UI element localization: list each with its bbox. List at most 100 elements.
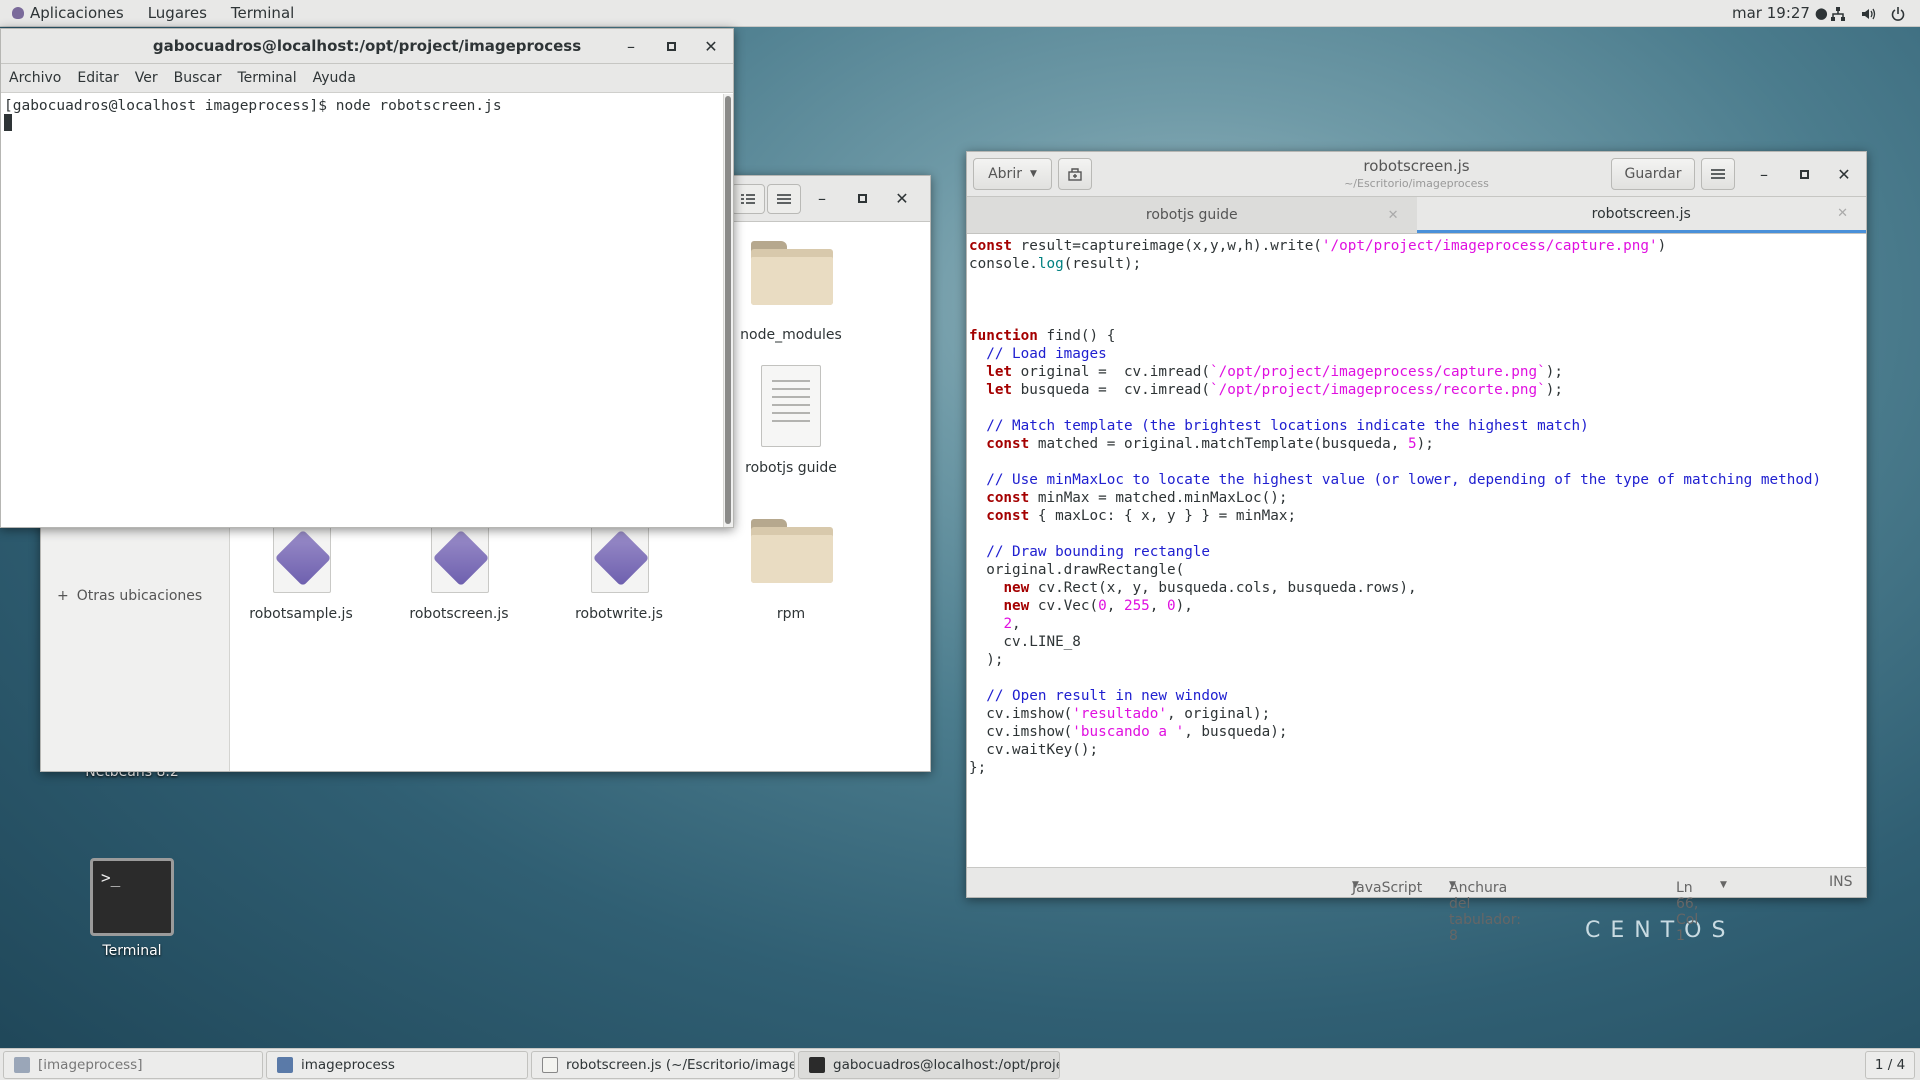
tab-robotjs-guide[interactable]: robotjs guide ✕ (967, 197, 1417, 233)
menu-archivo[interactable]: Archivo (1, 70, 69, 86)
text-editor-icon (542, 1056, 558, 1073)
code-line: cv.imshow('resultado', original); (969, 706, 1271, 722)
power-icon (1891, 6, 1905, 21)
other-locations-item[interactable]: + Otras ubicaciones (57, 588, 202, 604)
applications-menu[interactable]: Aplicaciones (0, 4, 136, 22)
cursor-position-label: Ln 66, Col 1 (1676, 880, 1699, 944)
desktop-terminal-shortcut[interactable]: >_ Terminal (90, 858, 174, 959)
code-line: // Use minMaxLoc to locate the highest v… (986, 472, 1822, 488)
top-bar: Aplicaciones Lugares Terminal mar 19:27 … (0, 0, 1920, 27)
code-line: const matched = original.matchTemplate(b… (986, 436, 1434, 452)
volume-icon (1862, 8, 1876, 19)
terminal-titlebar: gabocuadros@localhost:/opt/project/image… (1, 29, 733, 64)
terminal-scroll-thumb[interactable] (725, 96, 731, 524)
file-label: rpm (776, 606, 806, 622)
view-list-button[interactable] (731, 184, 765, 214)
file-manager-icon (277, 1056, 293, 1073)
maximize-button[interactable] (842, 183, 882, 215)
close-button[interactable]: ✕ (691, 30, 731, 62)
task-label: [imageprocess] (38, 1056, 143, 1073)
places-menu-label: Lugares (147, 4, 207, 22)
language-label: JavaScript (1352, 880, 1423, 896)
terminal-command-line: [gabocuadros@localhost imageprocess]$ no… (4, 98, 502, 114)
workspace-indicator[interactable]: 1 / 4 (1865, 1051, 1915, 1079)
file-label: node_modules (740, 327, 842, 343)
close-icon: ✕ (895, 189, 909, 208)
menu-editar[interactable]: Editar (69, 70, 126, 86)
maximize-button[interactable] (1784, 158, 1824, 190)
javascript-file-icon (273, 521, 332, 593)
gedit-menu-button[interactable] (1701, 158, 1735, 190)
maximize-icon (857, 194, 867, 203)
terminal-app-menu-label: Terminal (230, 4, 295, 22)
close-button[interactable]: ✕ (882, 183, 922, 215)
close-tab-icon[interactable]: ✕ (1837, 206, 1848, 221)
minimize-button[interactable]: – (611, 30, 651, 62)
task-file-manager[interactable]: imageprocess (266, 1050, 528, 1079)
menu-ver[interactable]: Ver (127, 70, 166, 86)
minimize-button[interactable]: – (1744, 158, 1784, 190)
task-label: gabocuadros@localhost:/opt/projec... (833, 1056, 1060, 1073)
file-item-node-modules[interactable]: node_modules (721, 241, 861, 351)
javascript-file-icon (431, 521, 490, 593)
gedit-headerbar: Abrir ▼ robotscreen.js ~/Escritorio/imag… (967, 152, 1866, 197)
code-line: console.log(result); (969, 256, 1142, 272)
file-item-rpm[interactable]: rpm (721, 519, 861, 639)
save-button[interactable]: Guardar (1611, 158, 1695, 190)
document-tabs: robotjs guide ✕ robotscreen.js ✕ (967, 197, 1866, 234)
code-line: cv.imshow('buscando a ', busqueda); (969, 724, 1288, 740)
terminal-output[interactable]: [gabocuadros@localhost imageprocess]$ no… (1, 94, 723, 527)
terminal-menubar: Archivo Editar Ver Buscar Terminal Ayuda (1, 64, 733, 93)
file-item-robotscreen[interactable]: robotscreen.js (389, 521, 529, 641)
minimize-icon: – (818, 189, 826, 208)
minimize-icon: – (1760, 164, 1768, 184)
menu-buscar[interactable]: Buscar (166, 70, 230, 86)
plus-icon: + (57, 588, 69, 604)
javascript-file-icon (591, 521, 650, 593)
places-menu[interactable]: Lugares (136, 4, 219, 22)
terminal-scrollbar[interactable] (723, 94, 733, 527)
tab-robotscreen[interactable]: robotscreen.js ✕ (1416, 197, 1866, 233)
close-tab-icon[interactable]: ✕ (1388, 208, 1399, 223)
code-line: new cv.Vec(0, 255, 0), (1003, 598, 1193, 614)
tab-label: robotjs guide (1145, 207, 1238, 223)
file-manager-menu-button[interactable] (767, 184, 801, 214)
task-gedit[interactable]: robotscreen.js (~/Escritorio/imagepr... (531, 1050, 795, 1079)
file-item-robotwrite[interactable]: robotwrite.js (549, 521, 689, 641)
workspace-label: 1 / 4 (1874, 1057, 1906, 1073)
file-item-robotjs-guide[interactable]: robotjs guide (721, 365, 861, 485)
applications-menu-label: Aplicaciones (30, 4, 124, 22)
close-button[interactable]: ✕ (1824, 158, 1864, 190)
system-tray[interactable] (1830, 0, 1920, 27)
code-line: const minMax = matched.minMaxLoc(); (986, 490, 1288, 506)
file-label: robotsample.js (249, 606, 353, 622)
task-file-manager-minimized[interactable]: [imageprocess] (3, 1050, 263, 1079)
clock[interactable]: mar 19:27 ● (1732, 4, 1828, 22)
minimize-button[interactable]: – (802, 183, 842, 215)
terminal-app-menu[interactable]: Terminal (219, 4, 306, 22)
text-document-icon (761, 365, 821, 447)
code-line: // Load images (986, 346, 1107, 362)
hamburger-icon (777, 194, 791, 204)
menu-ayuda[interactable]: Ayuda (305, 70, 364, 86)
gedit-statusbar: JavaScript ▼ Anchura del tabulador: 8 ▼ … (967, 867, 1866, 944)
code-line: ); (969, 652, 1004, 668)
menu-terminal[interactable]: Terminal (229, 70, 304, 86)
file-label: robotscreen.js (409, 606, 509, 622)
code-editor[interactable]: const result=captureimage(x,y,w,h).write… (967, 236, 1866, 867)
code-line: let busqueda = cv.imread(`/opt/project/i… (986, 382, 1563, 398)
minimize-icon: – (627, 36, 635, 56)
gnome-foot-icon (12, 7, 24, 19)
maximize-button[interactable] (651, 30, 691, 62)
task-terminal[interactable]: gabocuadros@localhost:/opt/projec... (798, 1050, 1060, 1079)
file-item-robotsample[interactable]: robotsample.js (231, 521, 371, 641)
task-label: robotscreen.js (~/Escritorio/imagepr... (566, 1056, 794, 1073)
network-icon (1831, 6, 1845, 21)
close-icon: ✕ (704, 36, 718, 56)
centos-brand: CENTOS (1585, 918, 1736, 943)
code-line: original.drawRectangle( (969, 562, 1185, 578)
